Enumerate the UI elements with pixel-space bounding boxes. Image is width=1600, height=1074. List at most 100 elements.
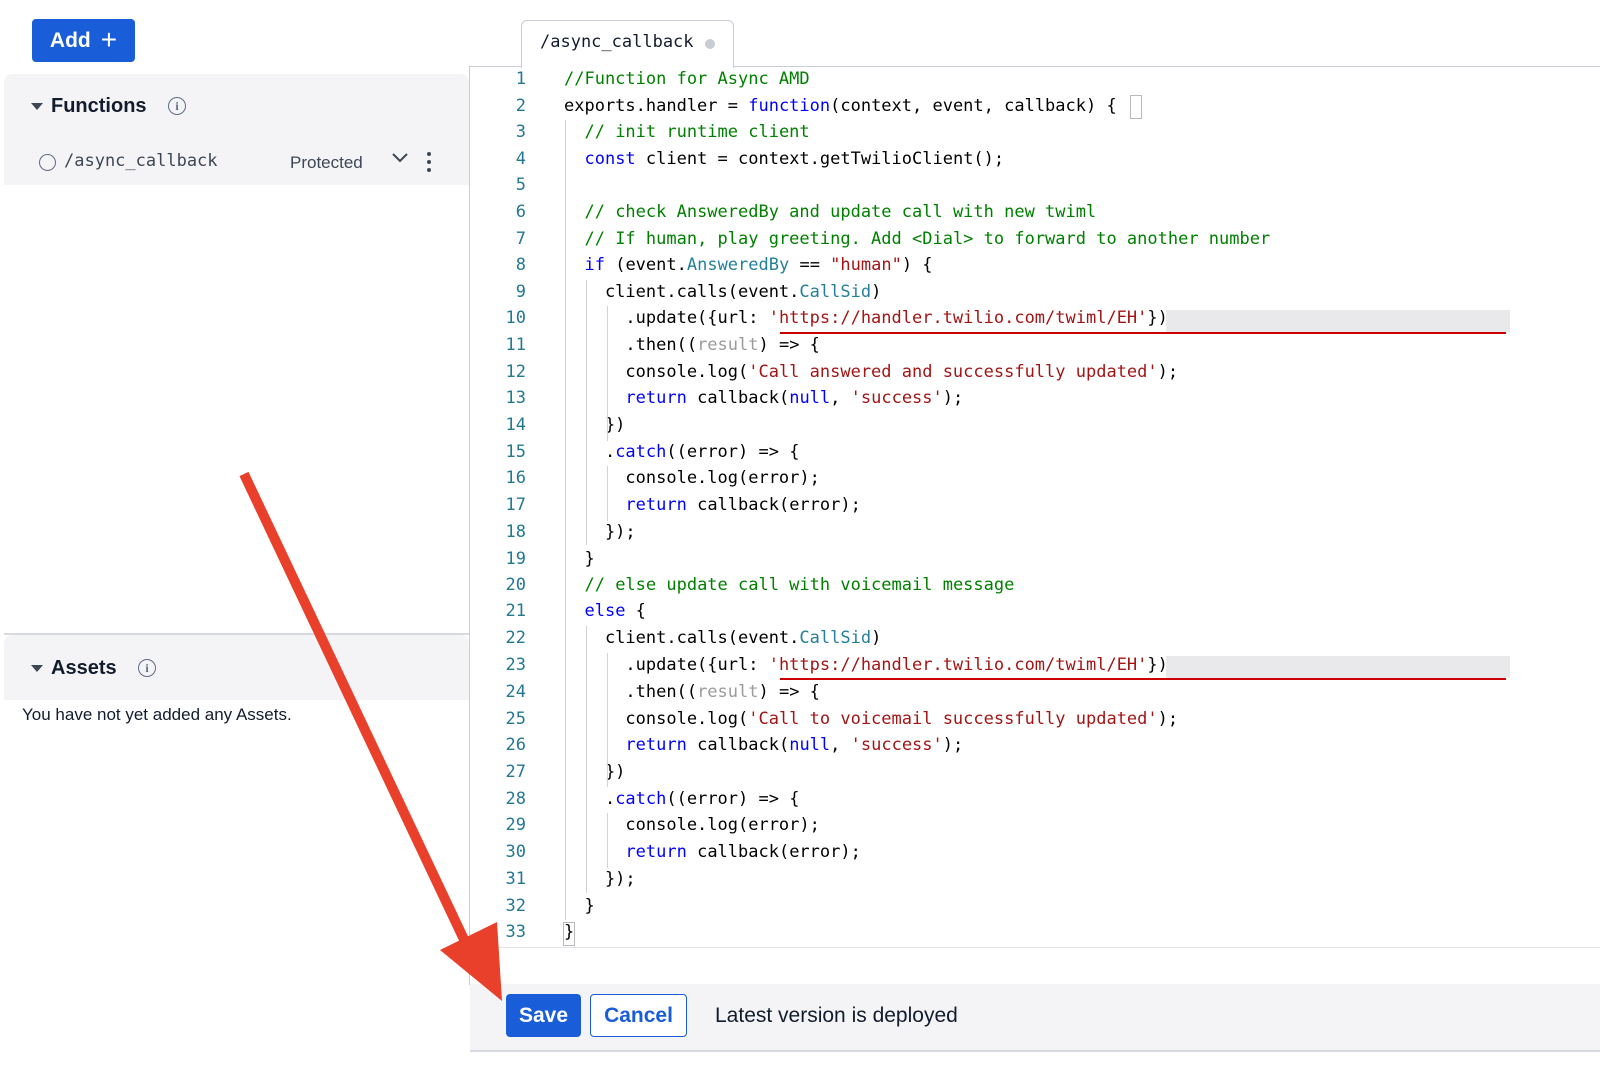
code-text[interactable]: // init runtime client [564, 119, 809, 146]
code-line[interactable]: 19 } [470, 546, 1600, 573]
code-text[interactable]: const client = context.getTwilioClient()… [564, 146, 1004, 173]
code-text[interactable]: return callback(error); [564, 492, 860, 519]
code-line[interactable]: 2 exports.handler = function(context, eve… [470, 93, 1600, 120]
unsaved-indicator-icon [705, 39, 715, 49]
function-row[interactable]: /async_callback Protected [4, 139, 469, 185]
assets-panel-header[interactable]: Assets i [4, 635, 469, 700]
line-number: 8 [515, 255, 526, 275]
line-number: 31 [505, 869, 526, 889]
code-text[interactable]: console.log('Call to voicemail successfu… [564, 706, 1178, 733]
code-line[interactable]: 20 // else update call with voicemail me… [470, 572, 1600, 599]
code-line[interactable]: 9 client.calls(event.CallSid) [470, 279, 1600, 306]
info-icon[interactable]: i [168, 97, 186, 115]
add-button[interactable]: Add + [32, 19, 135, 62]
function-visibility-select[interactable]: Protected [290, 153, 363, 173]
code-text[interactable]: }) [564, 412, 625, 439]
code-line[interactable]: 22 client.calls(event.CallSid) [470, 625, 1600, 652]
code-text[interactable]: return callback(null, 'success'); [564, 385, 963, 412]
line-number: 24 [505, 682, 526, 702]
code-line[interactable]: 7 // If human, play greeting. Add <Dial>… [470, 226, 1600, 253]
line-number: 22 [505, 628, 526, 648]
code-text[interactable]: }); [564, 519, 636, 546]
code-line[interactable]: 33} [470, 919, 1600, 946]
line-number: 18 [505, 522, 526, 542]
code-line[interactable]: 12 console.log('Call answered and succes… [470, 359, 1600, 386]
code-line[interactable]: 8 if (event.AnsweredBy == "human") { [470, 252, 1600, 279]
code-text[interactable]: console.log(error); [564, 465, 819, 492]
assets-empty-message: You have not yet added any Assets. [22, 705, 292, 724]
code-line[interactable]: 4 const client = context.getTwilioClient… [470, 146, 1600, 173]
code-text[interactable]: .update({url: 'https://handler.twilio.co… [564, 652, 1167, 679]
code-text[interactable]: console.log(error); [564, 812, 819, 839]
code-text[interactable]: .catch((error) => { [564, 786, 800, 813]
line-number: 29 [505, 815, 526, 835]
line-number: 23 [505, 655, 526, 675]
code-line[interactable]: 18 }); [470, 519, 1600, 546]
line-number: 26 [505, 735, 526, 755]
code-text[interactable]: console.log('Call answered and successfu… [564, 359, 1178, 386]
code-text[interactable]: // check AnsweredBy and update call with… [564, 199, 1096, 226]
code-text[interactable]: // else update call with voicemail messa… [564, 572, 1014, 599]
info-icon[interactable]: i [138, 659, 156, 677]
code-line[interactable]: 16 console.log(error); [470, 465, 1600, 492]
code-line[interactable]: 24 .then((result) => { [470, 679, 1600, 706]
code-line[interactable]: 28 .catch((error) => { [470, 786, 1600, 813]
line-number: 17 [505, 495, 526, 515]
code-text[interactable]: exports.handler = function(context, even… [564, 93, 1117, 120]
assets-panel-title: Assets [51, 657, 117, 679]
code-text[interactable]: return callback(error); [564, 839, 860, 866]
code-text[interactable]: } [564, 893, 594, 920]
code-text[interactable]: .catch((error) => { [564, 439, 800, 466]
code-text[interactable]: client.calls(event.CallSid) [564, 625, 881, 652]
code-line[interactable]: 1 //Function for Async AMD [470, 66, 1600, 93]
code-text[interactable]: .then((result) => { [564, 679, 820, 706]
line-number: 33 [505, 922, 526, 942]
line-number: 11 [505, 335, 526, 355]
code-text[interactable]: return callback(null, 'success'); [564, 732, 963, 759]
code-line[interactable]: 6 // check AnsweredBy and update call wi… [470, 199, 1600, 226]
code-text[interactable]: }); [564, 866, 636, 893]
code-line[interactable]: 27 }) [470, 759, 1600, 786]
function-path[interactable]: /async_callback [64, 151, 218, 171]
code-line[interactable]: 29 console.log(error); [470, 812, 1600, 839]
code-line[interactable]: 5 [470, 172, 1600, 199]
code-line[interactable]: 17 return callback(error); [470, 492, 1600, 519]
code-line[interactable]: 30 return callback(error); [470, 839, 1600, 866]
code-text[interactable]: }) [564, 759, 625, 786]
code-line[interactable]: 13 return callback(null, 'success'); [470, 385, 1600, 412]
code-line[interactable]: 3 // init runtime client [470, 119, 1600, 146]
code-line[interactable]: 25 console.log('Call to voicemail succes… [470, 706, 1600, 733]
code-text[interactable]: if (event.AnsweredBy == "human") { [564, 252, 932, 279]
editor-divider [469, 947, 1600, 948]
code-text[interactable]: // If human, play greeting. Add <Dial> t… [564, 226, 1270, 253]
code-text[interactable]: else { [564, 598, 645, 625]
code-line[interactable]: 32 } [470, 893, 1600, 920]
plus-icon: + [100, 23, 118, 55]
more-options-icon[interactable] [426, 151, 432, 173]
indent-guide [607, 813, 608, 868]
code-line[interactable]: 11 .then((result) => { [470, 332, 1600, 359]
chevron-down-icon[interactable] [390, 147, 410, 167]
line-number: 14 [505, 415, 526, 435]
code-line[interactable]: 14 }) [470, 412, 1600, 439]
code-text[interactable]: //Function for Async AMD [564, 66, 810, 93]
cancel-button[interactable]: Cancel [590, 994, 687, 1037]
code-text[interactable]: .update({url: 'https://handler.twilio.co… [564, 305, 1167, 332]
indent-guide [607, 653, 608, 787]
caret-down-icon[interactable] [31, 103, 43, 110]
code-text[interactable]: .then((result) => { [564, 332, 820, 359]
tab-async-callback[interactable]: /async_callback [521, 20, 734, 68]
caret-down-icon[interactable] [31, 665, 43, 672]
functions-panel-header[interactable]: Functions i [4, 74, 469, 139]
save-button[interactable]: Save [506, 994, 581, 1037]
code-line[interactable]: 15 .catch((error) => { [470, 439, 1600, 466]
line-number: 5 [515, 175, 526, 195]
line-number: 27 [505, 762, 526, 782]
code-text[interactable]: client.calls(event.CallSid) [564, 279, 881, 306]
function-radio[interactable] [39, 154, 56, 171]
code-line[interactable]: 26 return callback(null, 'success'); [470, 732, 1600, 759]
code-line[interactable]: 31 }); [470, 866, 1600, 893]
line-number: 12 [505, 362, 526, 382]
code-text[interactable]: } [564, 546, 594, 573]
code-line[interactable]: 21 else { [470, 598, 1600, 625]
